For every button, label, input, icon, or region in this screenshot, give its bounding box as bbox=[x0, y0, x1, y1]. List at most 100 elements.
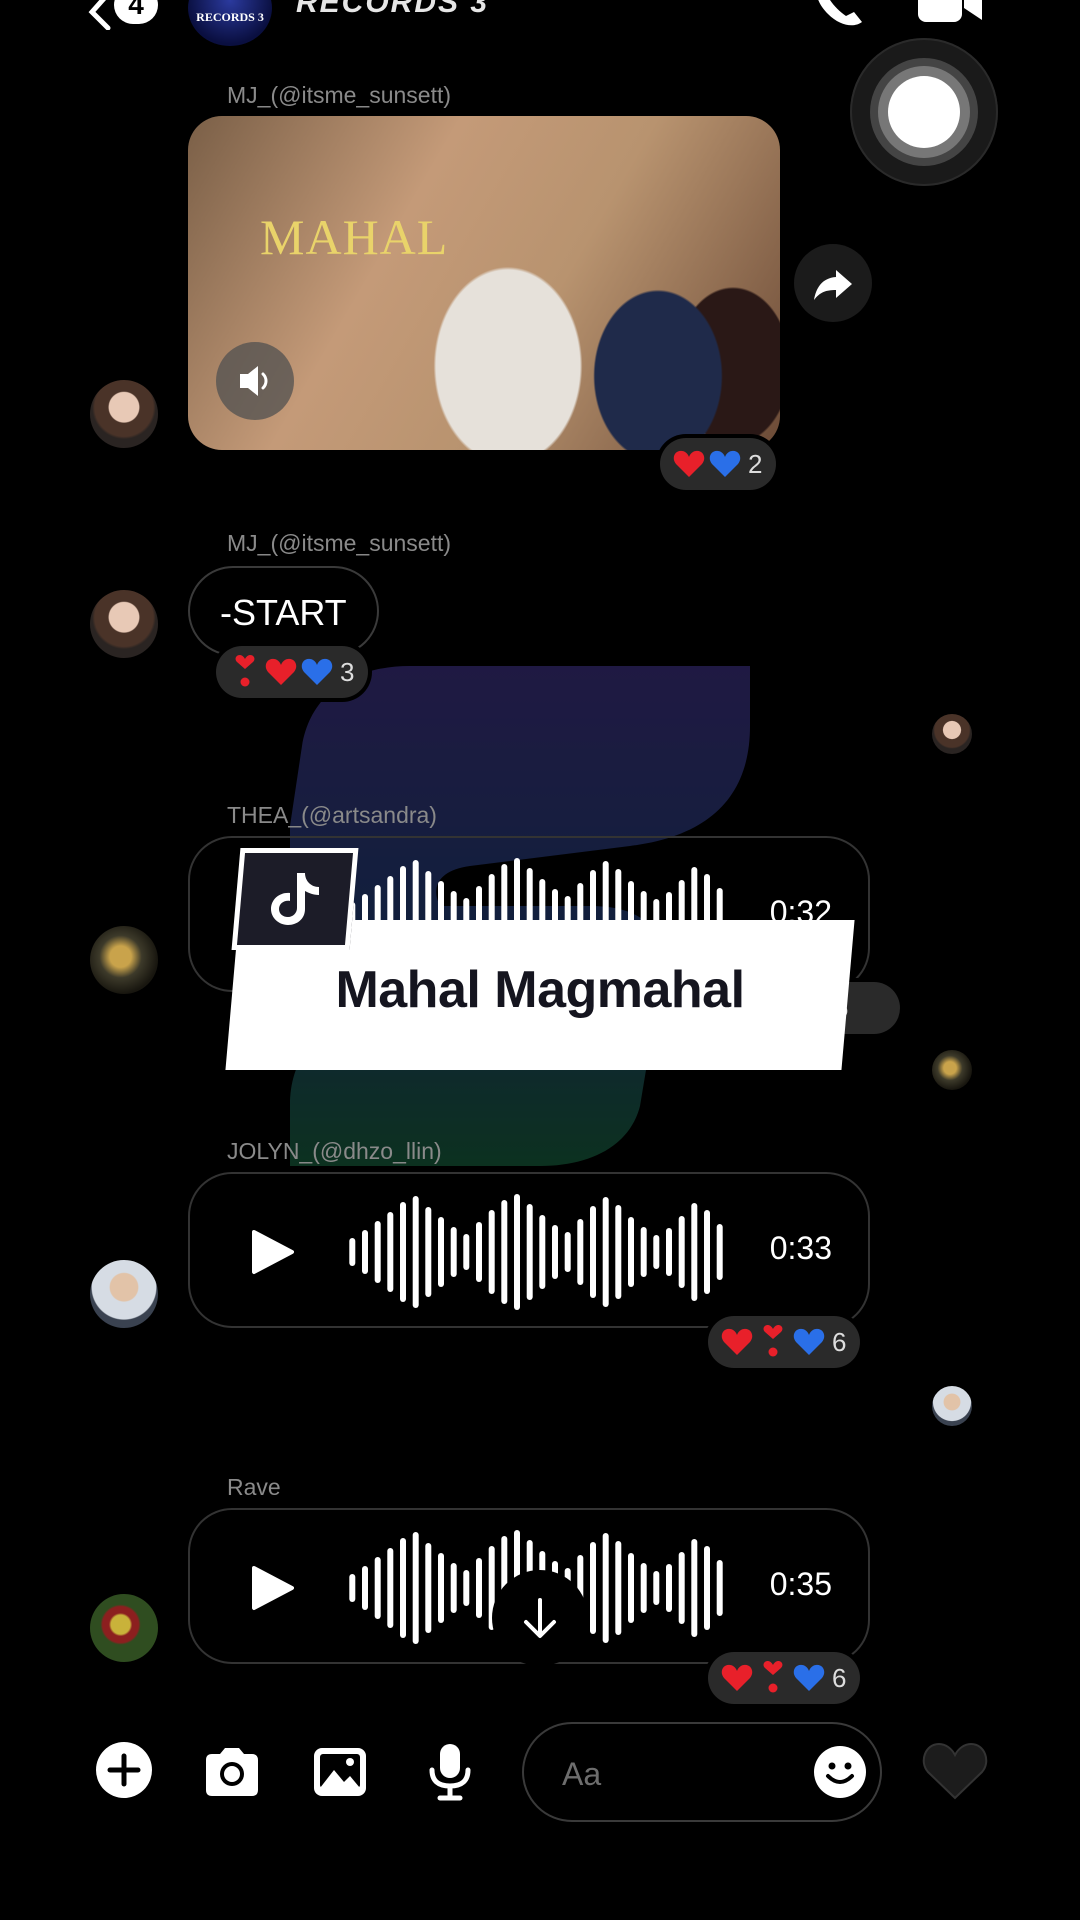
waveform-bar bbox=[704, 1546, 710, 1630]
sender-avatar[interactable] bbox=[90, 926, 158, 994]
phone-call-icon[interactable] bbox=[812, 0, 868, 30]
gallery-icon[interactable] bbox=[308, 1740, 372, 1804]
share-button[interactable] bbox=[794, 244, 872, 322]
video-sound-button[interactable] bbox=[216, 342, 294, 420]
waveform-bar bbox=[716, 1560, 723, 1616]
heart-exclamation-icon bbox=[235, 655, 255, 687]
arrow-down-icon bbox=[524, 1598, 556, 1638]
read-receipt-avatar bbox=[932, 714, 972, 754]
reaction-count: 2 bbox=[748, 448, 763, 479]
waveform-bar bbox=[374, 1221, 381, 1283]
waveform-bar bbox=[349, 1574, 356, 1602]
sender-avatar[interactable] bbox=[90, 1260, 158, 1328]
voice-duration: 0:33 bbox=[769, 1230, 832, 1266]
voice-message[interactable]: 0:33 bbox=[188, 1172, 870, 1328]
microphone-icon[interactable] bbox=[418, 1740, 482, 1804]
waveform-bar bbox=[577, 1219, 584, 1285]
waveform-bar bbox=[678, 1552, 685, 1624]
tiktok-logo bbox=[231, 848, 359, 950]
waveform-bar bbox=[564, 1232, 571, 1272]
waveform-bar bbox=[653, 1571, 660, 1605]
waveform-bar bbox=[514, 1194, 520, 1310]
reaction-count: 6 bbox=[832, 1326, 847, 1357]
waveform-bar bbox=[678, 1216, 685, 1288]
text-message[interactable]: -START bbox=[188, 566, 379, 656]
group-avatar-label: RECORDS 3 bbox=[196, 10, 264, 24]
waveform-bar bbox=[552, 1225, 558, 1279]
waveform-bar bbox=[463, 1234, 470, 1270]
reaction-pill[interactable]: 6 bbox=[708, 1316, 861, 1368]
voice-duration: 0:35 bbox=[769, 1566, 832, 1602]
reaction-count: 3 bbox=[340, 656, 355, 687]
waveform-bar bbox=[387, 1212, 394, 1292]
waveform-bar bbox=[425, 1207, 432, 1297]
blue-heart-icon bbox=[793, 1328, 825, 1355]
waveform-bar bbox=[716, 1224, 723, 1280]
sender-name: MJ_(@itsme_sunsett) bbox=[227, 530, 452, 556]
blue-heart-icon bbox=[793, 1664, 825, 1691]
red-heart-icon bbox=[265, 658, 297, 685]
waveform-bar bbox=[628, 1217, 634, 1287]
waveform-bar bbox=[526, 1204, 533, 1300]
waveform-bar bbox=[438, 1217, 444, 1287]
waveform-bar bbox=[666, 1228, 672, 1276]
sender-avatar[interactable] bbox=[90, 590, 158, 658]
reaction-pill[interactable]: 3 bbox=[216, 646, 369, 698]
tiktok-icon bbox=[271, 873, 319, 925]
reaction-pill[interactable]: 6 bbox=[708, 1652, 861, 1704]
message-input-placeholder: Aa bbox=[562, 1756, 602, 1792]
waveform-bar bbox=[387, 1548, 394, 1628]
speaker-icon bbox=[240, 366, 268, 396]
sender-avatar[interactable] bbox=[90, 380, 158, 448]
waveform-bar bbox=[400, 1202, 406, 1302]
waveform-bar bbox=[463, 1570, 470, 1606]
waveform-bar bbox=[615, 1541, 622, 1635]
plus-icon[interactable] bbox=[92, 1738, 156, 1802]
video-call-icon[interactable] bbox=[916, 0, 984, 26]
waveform-bar bbox=[615, 1205, 622, 1299]
red-heart-icon bbox=[721, 1664, 753, 1691]
waveform-bar bbox=[640, 1227, 647, 1277]
red-heart-icon bbox=[721, 1328, 753, 1355]
share-arrow-icon bbox=[814, 270, 852, 300]
group-avatar[interactable]: RECORDS 3 bbox=[188, 0, 272, 46]
black-heart-icon[interactable] bbox=[922, 1740, 988, 1802]
waveform-bar bbox=[539, 1215, 546, 1289]
sender-name: Rave bbox=[227, 1474, 281, 1500]
message-input[interactable]: Aa bbox=[522, 1722, 882, 1822]
scroll-to-bottom-button[interactable] bbox=[492, 1570, 588, 1666]
waveform-bar bbox=[501, 1200, 508, 1304]
blue-heart-icon bbox=[301, 658, 333, 685]
waveform-bar bbox=[691, 1539, 698, 1637]
video-message[interactable]: MAHAL bbox=[188, 116, 780, 450]
sender-name: JOLYN_(@dhzo_llin) bbox=[227, 1138, 442, 1164]
waveform-bar bbox=[362, 1230, 368, 1274]
video-caption-text: MAHAL bbox=[260, 209, 449, 265]
sender-avatar[interactable] bbox=[90, 1594, 158, 1662]
waveform-bar bbox=[476, 1558, 482, 1618]
waveform-bar bbox=[628, 1553, 634, 1623]
waveform-bar bbox=[704, 1210, 710, 1294]
assistive-touch-button[interactable] bbox=[850, 38, 998, 186]
waveform-bar bbox=[476, 1222, 482, 1282]
waveform-bar bbox=[438, 1553, 444, 1623]
waveform-bar bbox=[450, 1227, 457, 1277]
unread-count-badge[interactable]: 4 bbox=[114, 0, 158, 24]
play-icon[interactable] bbox=[250, 1228, 294, 1276]
read-receipt-avatar bbox=[932, 1050, 972, 1090]
song-title: Mahal Magmahal bbox=[335, 961, 745, 1019]
reaction-count: 6 bbox=[832, 1662, 847, 1693]
reaction-pill[interactable]: 2 bbox=[660, 438, 777, 490]
waveform-bar bbox=[602, 1533, 609, 1643]
play-icon[interactable] bbox=[250, 1564, 294, 1612]
waveform-bar bbox=[488, 1210, 495, 1294]
read-receipt-avatar bbox=[932, 1386, 972, 1426]
emoji-icon[interactable] bbox=[812, 1744, 868, 1800]
chat-title[interactable]: RECORDS 3 bbox=[296, 0, 489, 20]
sender-name: THEA_(@artsandra) bbox=[227, 802, 437, 828]
waveform-bar bbox=[412, 1196, 419, 1308]
red-heart-icon bbox=[673, 450, 705, 477]
heart-exclamation-icon bbox=[763, 1325, 783, 1357]
waveform-bar bbox=[425, 1543, 432, 1633]
camera-icon[interactable] bbox=[200, 1740, 264, 1804]
